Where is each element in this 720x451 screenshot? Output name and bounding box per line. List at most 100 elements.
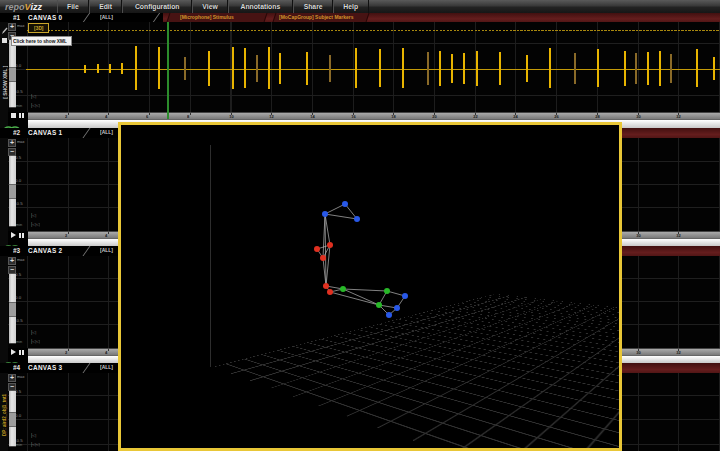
canvas-tab[interactable]: CANVAS 2 [28, 247, 62, 254]
mocap-marker-red [323, 283, 329, 289]
canvas-id: #1 [13, 14, 20, 21]
playback-cursor[interactable] [167, 22, 169, 119]
ruler-tick-label-text: 14 [310, 114, 314, 119]
mocap-marker-blue [354, 216, 360, 222]
ruler-tick-label: 32 [676, 350, 680, 355]
waveform-spike [329, 55, 331, 82]
menu-item-share[interactable]: Share [293, 0, 333, 13]
zoom-in-button[interactable]: + [8, 257, 16, 265]
menu-item-view[interactable]: View [192, 0, 228, 13]
zoom-out-button[interactable]: − [8, 148, 16, 156]
edit-pencil-icon[interactable] [1, 27, 8, 35]
all-tab[interactable]: [ALL] [100, 15, 113, 21]
menu-item-label: Help [344, 3, 359, 11]
stop-button[interactable] [11, 113, 16, 118]
mocap-3d-viewer[interactable] [118, 122, 622, 451]
ruler-tick-label: 10 [229, 114, 233, 119]
canvas-tab[interactable]: CANVAS 0 [28, 14, 62, 21]
menu-item-annotations[interactable]: Annotations [228, 0, 293, 13]
mocap-marker-blue [322, 211, 328, 217]
ruler-tick-label-text: 16 [351, 114, 355, 119]
ruler-tick-label: 4 [106, 114, 108, 119]
menu-item-configuration[interactable]: Configuration [122, 0, 192, 13]
all-tab-text: [ALL] [100, 130, 113, 136]
zoom-out-button[interactable]: − [8, 266, 16, 274]
menu-item-file[interactable]: File [57, 0, 89, 13]
v-scrollbar-handle[interactable] [9, 184, 16, 199]
canvas-plot-0[interactable] [8, 22, 720, 112]
ruler-tick-label-text: 6 [146, 114, 148, 119]
waveform-spike [402, 48, 404, 88]
speaker-icon-2-text: |◁◁ [31, 222, 40, 227]
speaker-icon: |◁ [31, 94, 36, 99]
waveform-spike [659, 51, 661, 86]
mocap-marker-red [327, 289, 333, 295]
canvas-id: #2 [13, 129, 20, 136]
mocap-marker-blue [342, 201, 348, 207]
ruler-tick-label: 2 [65, 350, 67, 355]
ruler-tick-label: 30 [636, 233, 640, 238]
y-axis-label: -0.5 [15, 318, 23, 323]
speaker-icon: |◁ [31, 213, 36, 218]
ruler-tick-label-text: 30 [636, 350, 640, 355]
3d-badge[interactable]: [3D] [28, 23, 49, 33]
ruler-tick-label: 8 [187, 114, 189, 119]
ruler-tick-label: 14 [310, 114, 314, 119]
y-axis-label-text: -0.5 [15, 318, 23, 323]
v-scrollbar[interactable] [9, 149, 16, 227]
ruler-tick-label: 12 [269, 114, 273, 119]
link-chain-icon-0[interactable] [3, 120, 21, 128]
speaker-icon-2-text: |◁◁ [31, 442, 40, 447]
ruler-tick-label-text: 32 [676, 233, 680, 238]
zoom-in-button[interactable]: + [8, 374, 16, 382]
play-button[interactable] [11, 232, 16, 238]
waveform-spike [279, 53, 281, 84]
square-icon[interactable] [2, 38, 7, 43]
node-tab-mocapgroup-label: [MoCapGroup] Subject Markers [279, 15, 353, 21]
min-label: min [16, 223, 22, 227]
waveform-spike [109, 64, 111, 73]
y-axis-label: -0.5 [15, 201, 23, 206]
menu-item-edit[interactable]: Edit [89, 0, 122, 13]
zoom-out-button-text: − [10, 266, 14, 273]
v-scrollbar[interactable] [9, 384, 16, 447]
v-scrollbar-handle[interactable] [9, 412, 16, 427]
canvas-tab[interactable]: CANVAS 3 [28, 364, 62, 371]
all-tab[interactable]: [ALL] [100, 365, 113, 371]
ruler-tick-label: 20 [432, 114, 436, 119]
zoom-in-button[interactable]: + [8, 139, 16, 147]
play-button[interactable] [11, 349, 16, 355]
v-scrollbar-handle[interactable] [9, 302, 16, 317]
menu-bar: repoVizz FileEditConfigurationViewAnnota… [0, 0, 720, 14]
speaker-icon: |◁ [31, 433, 36, 438]
ruler-tick-label: 24 [514, 114, 518, 119]
zoom-out-button-text: − [10, 383, 14, 390]
ruler-tick-label-text: 32 [676, 350, 680, 355]
v-scrollbar[interactable] [9, 267, 16, 344]
v-scrollbar-handle[interactable] [9, 67, 16, 82]
waveform-spike [84, 65, 86, 73]
menu-item-help[interactable]: Help [333, 0, 368, 13]
ruler-tick-label-text: 2 [65, 350, 67, 355]
waveform-spike [647, 52, 649, 85]
waveform-spike [526, 55, 528, 82]
skeleton-bone [343, 289, 387, 291]
speaker-icon-2-text: |◁◁ [31, 103, 40, 108]
menu-item-label: Configuration [135, 3, 180, 11]
ruler-tick [108, 349, 109, 351]
canvas-id-text: #2 [13, 129, 20, 136]
pause-button[interactable] [19, 350, 24, 355]
transport-0 [11, 113, 24, 118]
ruler-tick-label: 6 [146, 114, 148, 119]
waveform-spike [549, 48, 551, 88]
zoom-in-button[interactable]: + [8, 23, 16, 31]
zoom-out-button[interactable]: − [8, 383, 16, 391]
all-tab[interactable]: [ALL] [100, 130, 113, 136]
menu-item-label: File [67, 3, 79, 11]
all-tab[interactable]: [ALL] [100, 248, 113, 254]
pause-button[interactable] [19, 233, 24, 238]
canvas-id-text: #3 [13, 247, 20, 254]
canvas-tab[interactable]: CANVAS 1 [28, 129, 62, 136]
pause-button[interactable] [19, 113, 24, 118]
ruler-tick-label: 22 [473, 114, 477, 119]
